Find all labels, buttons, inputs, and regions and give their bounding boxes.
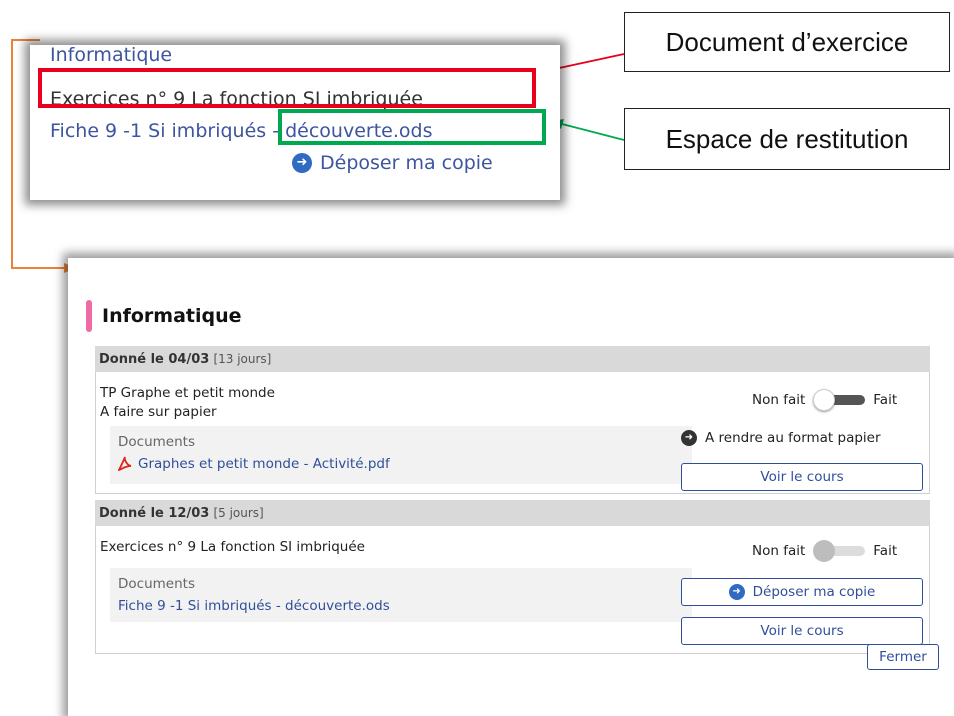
given-days-1: [13 jours] (213, 352, 272, 366)
deposit-copy-label: Déposer ma copie (752, 584, 876, 600)
status-toggle-1[interactable]: Non fait Fait (752, 389, 897, 411)
doc-file-name-1: Graphes et petit monde - Activité.pdf (138, 456, 390, 472)
documents-label: Documents (118, 434, 195, 450)
documents-box-2: Documents Fiche 9 -1 Si imbriqués - déco… (110, 568, 692, 622)
toggle-switch[interactable] (813, 540, 866, 562)
doc-link-1[interactable]: Graphes et petit monde - Activité.pdf (117, 456, 390, 472)
zoom-subject: Informatique (50, 45, 173, 66)
task-line-2a: Exercices n° 9 La fonction SI imbriquée (100, 539, 365, 555)
task-line-1b: A faire sur papier (100, 404, 217, 420)
toggle-knob (813, 540, 836, 562)
callout-document-text: Document d’exercice (665, 26, 909, 57)
documents-box-1: Documents Graphes et petit monde - Activ… (110, 426, 692, 484)
zoom-deposit-link[interactable]: ➜ Déposer ma copie (292, 149, 493, 177)
group-header-2: Donné le 12/03 [5 jours] (95, 500, 930, 526)
restitution-highlight-box (278, 109, 546, 145)
arrow-right-circle-icon: ➜ (681, 430, 697, 446)
arrow-right-circle-icon: ➜ (728, 584, 745, 600)
close-button[interactable]: Fermer (867, 644, 939, 670)
callout-document: Document d’exercice (624, 12, 950, 72)
status-on-label: Fait (873, 543, 898, 559)
given-date-1: Donné le 04/03 (99, 352, 210, 367)
view-course-label-2: Voir le cours (760, 623, 844, 639)
status-off-label: Non fait (752, 392, 806, 408)
given-date-2: Donné le 12/03 (99, 506, 210, 521)
view-course-label-1: Voir le cours (760, 469, 844, 485)
doc-file-name-2: Fiche 9 -1 Si imbriqués - découverte.ods (118, 598, 390, 614)
zoom-deposit-label: Déposer ma copie (320, 152, 493, 174)
group-header-1: Donné le 04/03 [13 jours] (95, 346, 930, 372)
callout-restitution-text: Espace de restitution (665, 123, 909, 154)
documents-label: Documents (118, 576, 195, 592)
subject-color-bar (86, 300, 92, 332)
toggle-switch[interactable] (813, 389, 866, 411)
toggle-knob (813, 389, 836, 411)
status-off-label: Non fait (752, 543, 806, 559)
view-course-button-1[interactable]: Voir le cours (681, 463, 923, 491)
view-course-button-2[interactable]: Voir le cours (681, 617, 923, 645)
status-on-label: Fait (873, 392, 898, 408)
homework-modal: Informatique Donné le 04/03 [13 jours] T… (68, 258, 954, 716)
close-label: Fermer (879, 649, 927, 665)
pdf-icon (117, 456, 132, 472)
modal-title: Informatique (86, 298, 242, 334)
given-days-2: [5 jours] (213, 506, 264, 520)
paper-note-text: A rendre au format papier (705, 430, 881, 446)
modal-subject: Informatique (102, 305, 242, 327)
doc-link-2[interactable]: Fiche 9 -1 Si imbriqués - découverte.ods (118, 598, 390, 614)
status-toggle-2[interactable]: Non fait Fait (752, 540, 897, 562)
paper-submission-note: ➜ A rendre au format papier (681, 430, 881, 446)
deposit-copy-button[interactable]: ➜ Déposer ma copie (681, 578, 923, 606)
arrow-right-circle-icon: ➜ (292, 153, 312, 173)
document-highlight-box (38, 68, 536, 108)
callout-restitution: Espace de restitution (624, 108, 950, 170)
task-line-1a: TP Graphe et petit monde (100, 385, 275, 401)
